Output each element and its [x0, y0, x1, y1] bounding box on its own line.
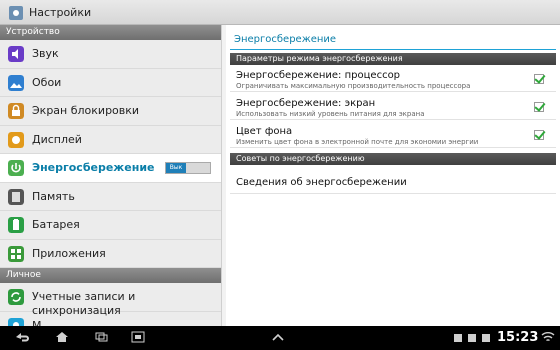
sidebar-item-label: Энергосбережение: [32, 161, 155, 174]
power-saving-info-link[interactable]: Сведения об энергосбережении: [230, 172, 556, 194]
screenshot-icon[interactable]: [130, 331, 146, 343]
sync-icon: [8, 289, 24, 305]
lock-screen-icon: [8, 103, 24, 119]
wifi-icon: [541, 332, 555, 342]
sidebar-item-label: Дисплей: [32, 132, 82, 146]
battery-icon: [8, 217, 24, 233]
wallpaper-icon: [8, 74, 24, 91]
option-background-color[interactable]: Цвет фона Изменить цвет фона в электронн…: [230, 123, 556, 148]
notification-icon: [468, 334, 476, 342]
home-icon[interactable]: [54, 331, 70, 343]
sidebar-item-label: Память: [32, 189, 75, 203]
option-cpu-power-saving[interactable]: Энергосбережение: процессор Ограничивать…: [230, 67, 556, 92]
link-label: Сведения об энергосбережении: [236, 177, 407, 188]
section-params-header: Параметры режима энергосбережения: [230, 53, 556, 65]
apps-icon: [8, 245, 24, 262]
sidebar-item-label: Приложения: [32, 246, 106, 260]
sidebar-item-sound[interactable]: Звук: [0, 40, 221, 69]
back-icon[interactable]: [14, 331, 30, 343]
sidebar-item-display[interactable]: Дисплей: [0, 126, 221, 154]
location-icon: [8, 317, 24, 326]
toggle-state-label: Вык: [166, 163, 186, 173]
recent-apps-icon[interactable]: [94, 331, 110, 343]
power-saving-toggle[interactable]: Вык: [165, 162, 211, 174]
section-tips-header: Советы по энергосбережению: [230, 153, 556, 165]
option-subtitle: Использовать низкий уровень питания для …: [236, 110, 425, 118]
option-subtitle: Изменить цвет фона в электронной почте д…: [236, 138, 479, 146]
section-device-header: Устройство: [0, 25, 221, 40]
detail-pane: Энергосбережение Параметры режима энерго…: [226, 25, 560, 326]
display-icon: [8, 131, 24, 148]
sidebar-item-label: Экран блокировки: [32, 104, 140, 117]
option-subtitle: Ограничивать максимальную производительн…: [236, 82, 471, 90]
section-personal-header: Личное: [0, 268, 221, 283]
sidebar-item-lock-screen[interactable]: Экран блокировки: [0, 97, 221, 126]
checkbox-checked[interactable]: [534, 102, 544, 112]
option-title: Энергосбережение: экран: [236, 98, 376, 109]
title-bar: Настройки: [0, 0, 560, 25]
sidebar-item-storage[interactable]: Память: [0, 183, 221, 211]
sidebar-item-accounts-sync[interactable]: Учетные записи и синхронизация: [0, 283, 221, 317]
settings-icon: [9, 6, 23, 20]
option-title: Энергосбережение: процессор: [236, 70, 401, 81]
sound-icon: [8, 46, 24, 62]
sidebar-item-label: Звук: [32, 47, 59, 60]
power-saving-icon: [8, 160, 24, 176]
storage-icon: [8, 188, 24, 205]
app-title: Настройки: [29, 6, 92, 19]
sidebar-item-label: М: [32, 318, 42, 327]
notification-icon: [482, 334, 490, 342]
sidebar-item-label: Обои: [32, 75, 62, 89]
sidebar-item-label: Батарея: [32, 218, 80, 231]
option-title: Цвет фона: [236, 126, 293, 137]
settings-sidebar[interactable]: Устройство Звук Обои Экран блокировки Ди…: [0, 25, 222, 326]
checkbox-checked[interactable]: [534, 74, 544, 84]
detail-title: Энергосбережение: [234, 34, 337, 45]
sidebar-item-wallpaper[interactable]: Обои: [0, 69, 221, 97]
title-divider: [230, 49, 556, 50]
expand-up-icon[interactable]: [270, 331, 286, 343]
clock: 15:23: [497, 330, 539, 345]
sidebar-item-location[interactable]: М: [0, 312, 221, 327]
sidebar-item-apps[interactable]: Приложения: [0, 240, 221, 268]
option-screen-power-saving[interactable]: Энергосбережение: экран Использовать низ…: [230, 95, 556, 120]
checkbox-checked[interactable]: [534, 130, 544, 140]
system-navigation-bar: 15:23: [0, 326, 560, 350]
sidebar-item-power-saving[interactable]: Энергосбережение Вык: [0, 154, 221, 183]
sidebar-item-battery[interactable]: Батарея: [0, 211, 221, 240]
notification-icon: [454, 334, 462, 342]
